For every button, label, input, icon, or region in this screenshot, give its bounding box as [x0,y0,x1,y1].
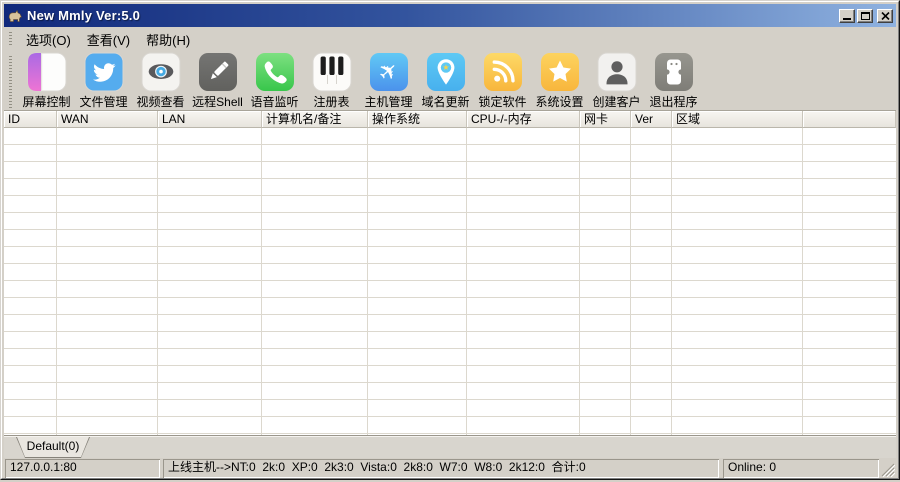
column-header-nic[interactable]: 网卡 [580,111,631,128]
location-pin-icon: ★ [426,52,466,92]
host-table: IDWANLAN计算机名/备注操作系统CPU-/-内存网卡Ver区域 [4,110,896,436]
menu-bar: 选项(O)查看(V)帮助(H) [4,29,896,49]
grid-vline [261,128,262,435]
window-controls [839,9,893,23]
toolbar-label: 创建客户 [592,93,640,110]
toolbar-host-manage-button[interactable]: ✈主机管理 [360,49,417,110]
grid-vline [466,128,467,435]
resize-grip[interactable] [881,463,895,477]
grid-vline [802,128,803,435]
toolbar-label: 远程Shell [192,93,243,110]
minimize-icon [843,18,851,20]
status-online-count: Online: 0 [723,459,879,478]
column-header-ver[interactable]: Ver [631,111,672,128]
maximize-icon [861,12,870,20]
status-address: 127.0.0.1:80 [5,459,160,478]
toolbar-registry-button[interactable]: 注册表 [303,49,360,110]
grid-vline [579,128,580,435]
eye-icon [141,52,181,92]
toolbar-label: 退出程序 [649,93,697,110]
toolbar-voice-monitor-button[interactable]: 语音监听 [246,49,303,110]
svg-text:★: ★ [442,63,449,72]
rss-icon [483,52,523,92]
toolbar-label: 注册表 [313,93,349,110]
toolbar-create-client-button[interactable]: 创建客户 [588,49,645,110]
airplane-icon: ✈ [369,52,409,92]
column-header-blank[interactable] [803,111,896,128]
rebar-gripper[interactable] [9,32,12,46]
tab-strip: Default(0) [4,435,896,459]
ticket-icon [654,52,694,92]
title-bar[interactable]: New Mmly Ver:5.0 [4,4,896,27]
column-header-id[interactable]: ID [4,111,57,128]
toolbar-domain-update-button[interactable]: ★ 域名更新 [417,49,474,110]
horse-icon [7,8,23,24]
toolbar-label: 语音监听 [250,93,298,110]
pencil-icon [198,52,238,92]
menu-item-help[interactable]: 帮助(H) [138,28,198,51]
status-bar: 127.0.0.1:80 上线主机-->NT:0 2k:0 XP:0 2k3:0… [4,458,896,478]
toolbar-video-view-button[interactable]: 视频查看 [132,49,189,110]
toolbar-items: 屏幕控制文件管理 视频查看 远程Shell 语音监听 注册表 ✈主机管理 ★ 域名… [18,49,702,110]
toolbar-label: 系统设置 [535,93,583,110]
toolbar-label: 域名更新 [421,93,469,110]
grid-vline [630,128,631,435]
toolbar-label: 锁定软件 [478,93,526,110]
table-body[interactable] [4,128,896,435]
close-button[interactable] [877,9,893,23]
maximize-button[interactable] [857,9,873,23]
menu-item-view[interactable]: 查看(V) [79,28,138,51]
menu-item-options[interactable]: 选项(O) [18,28,79,51]
status-online-summary: 上线主机-->NT:0 2k:0 XP:0 2k3:0 Vista:0 2k8:… [163,459,719,478]
close-icon [881,12,890,20]
toolbar-system-settings-button[interactable]: 系统设置 [531,49,588,110]
toolbar-screen-control-button[interactable]: 屏幕控制 [18,49,75,110]
menu-items: 选项(O)查看(V)帮助(H) [18,28,198,51]
app-window: New Mmly Ver:5.0 选项(O)查看(V)帮助(H) 屏幕控制文件管… [0,0,900,480]
piano-keys-icon [312,52,352,92]
person-icon [597,52,637,92]
notebook-icon [27,52,67,92]
table-header-row: IDWANLAN计算机名/备注操作系统CPU-/-内存网卡Ver区域 [4,111,896,128]
tab-default-label[interactable]: Default(0) [17,437,89,457]
toolbar-file-manager-button[interactable]: 文件管理 [75,49,132,110]
column-header-cpu-mem[interactable]: CPU-/-内存 [467,111,580,128]
grid-vline [56,128,57,435]
toolbar-lock-software-button[interactable]: 锁定软件 [474,49,531,110]
toolbar-label: 文件管理 [79,93,127,110]
twitter-bird-icon [84,52,124,92]
toolbar-remote-shell-button[interactable]: 远程Shell [189,49,246,110]
toolbar-label: 主机管理 [364,93,412,110]
window-title: New Mmly Ver:5.0 [27,8,140,23]
toolbar-exit-program-button[interactable]: 退出程序 [645,49,702,110]
column-header-lan[interactable]: LAN [158,111,262,128]
rebar-gripper[interactable] [9,56,12,108]
toolbar-label: 屏幕控制 [22,93,70,110]
column-header-region[interactable]: 区域 [672,111,803,128]
column-header-os[interactable]: 操作系统 [368,111,467,128]
grid-vline [671,128,672,435]
minimize-button[interactable] [839,9,855,23]
window-frame: New Mmly Ver:5.0 选项(O)查看(V)帮助(H) 屏幕控制文件管… [1,1,899,479]
tab-default[interactable]: Default(0) [16,437,90,458]
grid-vline [157,128,158,435]
phone-icon [255,52,295,92]
column-header-wan[interactable]: WAN [57,111,158,128]
toolbar: 屏幕控制文件管理 视频查看 远程Shell 语音监听 注册表 ✈主机管理 ★ 域名… [4,49,896,110]
column-header-computer-name[interactable]: 计算机名/备注 [262,111,368,128]
toolbar-label: 视频查看 [136,93,184,110]
grid-vline [367,128,368,435]
star-icon [540,52,580,92]
